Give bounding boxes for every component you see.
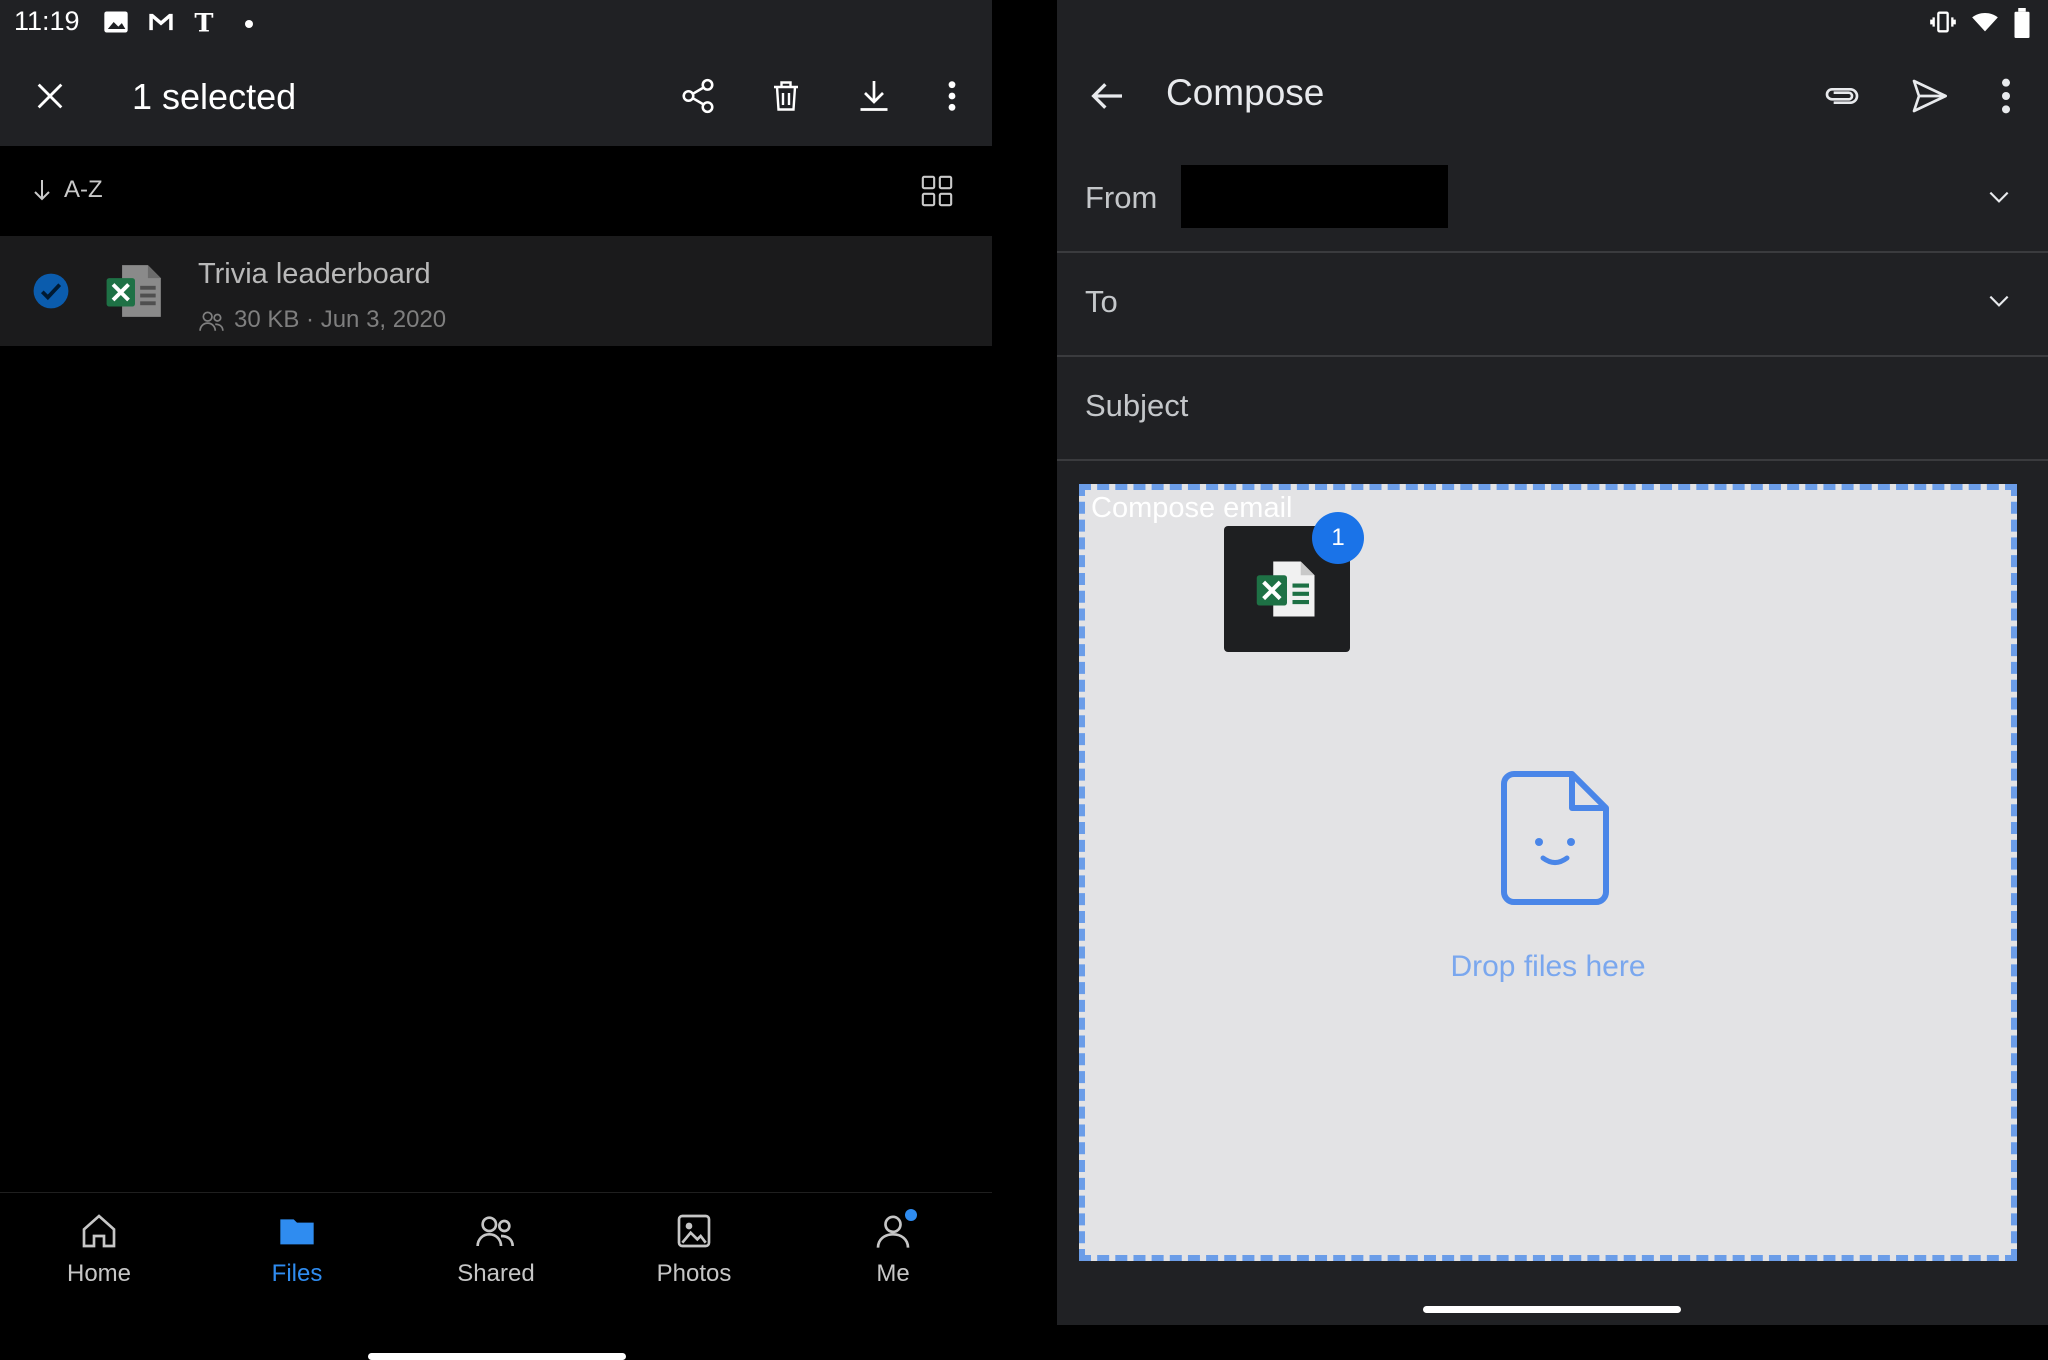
to-label: To <box>1085 284 1118 319</box>
smiling-file-icon <box>1500 770 1610 911</box>
vibrate-icon <box>1928 8 1958 41</box>
notification-dot <box>905 1209 917 1221</box>
sort-arrow-icon[interactable] <box>30 176 54 209</box>
subject-label: Subject <box>1085 388 1189 423</box>
delete-icon[interactable] <box>758 68 814 124</box>
subject-field[interactable]: Subject <box>1057 356 2048 461</box>
home-indicator <box>368 1353 626 1360</box>
split-divider[interactable] <box>992 0 1057 1325</box>
chevron-down-icon[interactable] <box>1984 184 2014 215</box>
people-icon <box>475 1216 517 1255</box>
onedrive-pane: 1 selected A-Z Trivia leaderboard 30 KB … <box>0 46 992 1360</box>
dot-icon <box>244 16 254 34</box>
file-meta: 30 KB · Jun 3, 2020 <box>234 306 447 333</box>
more-options-icon[interactable] <box>924 68 980 124</box>
share-icon[interactable] <box>670 68 726 124</box>
drop-zone[interactable]: Compose email Drop files here <box>1079 484 2017 1261</box>
compose-more-icon[interactable] <box>2001 76 2011 121</box>
nav-files[interactable]: Files <box>227 1211 367 1288</box>
back-arrow-icon[interactable] <box>1087 76 1127 121</box>
nav-home-label: Home <box>66 1260 132 1287</box>
drop-files-text: Drop files here <box>1450 950 1646 983</box>
home-icon <box>79 1214 119 1255</box>
svg-text:T: T <box>194 8 213 36</box>
sort-bar: A-Z <box>0 146 992 236</box>
nyt-icon: T <box>192 8 220 41</box>
nav-shared[interactable]: Shared <box>426 1211 566 1288</box>
nav-photos[interactable]: Photos <box>624 1211 764 1288</box>
nav-me[interactable]: Me <box>823 1209 963 1288</box>
grid-view-icon[interactable] <box>920 174 954 213</box>
file-name: Trivia leaderboard <box>198 258 431 290</box>
nav-files-label: Files <box>271 1260 323 1287</box>
battery-icon <box>2013 8 2031 43</box>
download-icon[interactable] <box>846 68 902 124</box>
image-icon <box>102 8 130 41</box>
excel-file-icon <box>104 260 166 327</box>
to-field[interactable]: To <box>1057 252 2048 357</box>
status-bar: 11:19 T <box>0 0 992 46</box>
compose-body-placeholder[interactable]: Compose email <box>1091 492 1292 525</box>
nav-me-label: Me <box>876 1260 910 1287</box>
drag-count-badge: 1 <box>1312 512 1364 564</box>
excel-file-icon <box>1254 556 1320 627</box>
person-icon <box>873 1209 917 1256</box>
sort-order-label[interactable]: A-Z <box>64 176 103 204</box>
selection-toolbar: 1 selected <box>0 46 992 146</box>
compose-title: Compose <box>1166 72 1325 113</box>
folder-icon <box>276 1219 318 1255</box>
attach-icon[interactable] <box>1820 76 1864 121</box>
from-field[interactable]: From <box>1057 148 2048 253</box>
close-icon[interactable] <box>22 68 78 124</box>
send-icon[interactable] <box>1909 76 1949 121</box>
photo-icon <box>674 1214 714 1255</box>
checkmark-selected-icon[interactable] <box>32 272 70 315</box>
file-list-item[interactable]: Trivia leaderboard 30 KB · Jun 3, 2020 <box>0 236 992 346</box>
chevron-down-icon[interactable] <box>1984 288 2014 319</box>
status-bar-right <box>1057 0 2048 46</box>
shared-people-icon <box>198 308 226 339</box>
nav-shared-label: Shared <box>457 1260 535 1287</box>
bottom-navigation: Home Files Shared Photos Me <box>0 1192 992 1360</box>
nav-photos-label: Photos <box>656 1260 732 1287</box>
selection-count-title: 1 selected <box>132 76 297 117</box>
home-indicator-right <box>1423 1306 1681 1313</box>
from-label: From <box>1085 180 1158 215</box>
wifi-icon <box>1967 8 2003 41</box>
status-time: 11:19 <box>14 6 80 36</box>
compose-pane: Compose From To Subject Compose email Dr… <box>1057 46 2048 1325</box>
from-address-redacted <box>1181 165 1448 228</box>
nav-home[interactable]: Home <box>29 1211 169 1288</box>
gmail-icon <box>146 8 176 41</box>
